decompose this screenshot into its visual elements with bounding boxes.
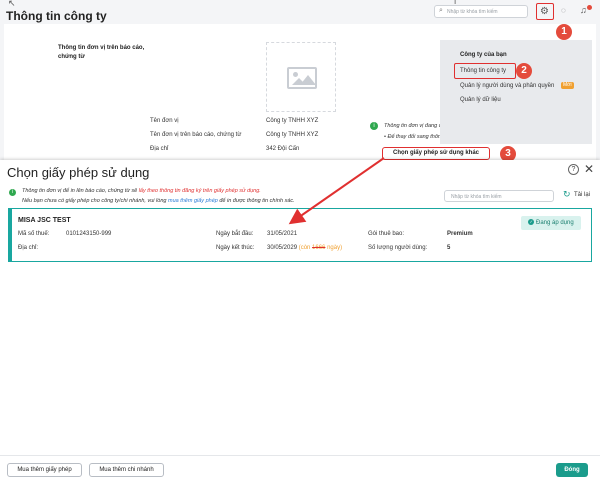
license-name: MISA JSC TEST — [18, 217, 71, 224]
dialog-title: Chọn giấy phép sử dụng — [7, 165, 150, 180]
package-value: Premium — [447, 231, 473, 237]
menu-item-highlight — [454, 63, 516, 79]
header-search-input[interactable]: ⌕ Nhập từ khóa tìm kiếm — [434, 5, 528, 18]
field-value-name: Công ty TNHH XYZ — [266, 118, 319, 124]
dialog-info-line2: Nếu bạn chưa có giấy phép cho công ty/ch… — [22, 198, 295, 204]
callout-1: 1 — [556, 24, 572, 40]
tax-value: 0101243150-999 — [66, 231, 112, 237]
info-icon: i — [370, 122, 378, 130]
field-value-address: 342 Đội Cấn — [266, 146, 300, 152]
notification-dot — [587, 5, 592, 10]
choose-license-dialog: Chọn giấy phép sử dụng ? ✕ i Thông tin đ… — [0, 160, 600, 483]
dialog-info-line1: Thông tin đơn vị để in lên báo cáo, chứn… — [22, 188, 261, 194]
users-value: 5 — [447, 245, 451, 251]
help-icon[interactable]: ? — [568, 164, 579, 175]
chat-icon[interactable]: ◌ — [561, 6, 566, 15]
section-title: Thông tin đơn vị trên báo cáo, chứng từ — [58, 45, 145, 60]
menu-item-data-management[interactable]: Quản lý dữ liệu — [460, 97, 501, 103]
callout-2: 2 — [516, 63, 532, 79]
address-label: Địa chỉ: — [18, 245, 39, 251]
search-icon: ⌕ — [439, 7, 443, 14]
buy-branch-button[interactable]: Mua thêm chi nhánh — [89, 463, 164, 477]
license-search-input[interactable]: Nhập từ khóa tìm kiếm — [444, 190, 554, 202]
info-icon: i — [9, 189, 16, 196]
tax-label: Mã số thuế: — [18, 231, 50, 237]
field-label-name: Tên đơn vị — [150, 118, 179, 124]
cursor-icon: ↖ — [8, 0, 16, 8]
choose-other-license-button[interactable]: Chọn giấy phép sử dụng khác — [382, 147, 490, 160]
buy-license-link[interactable]: mua thêm giấy phép — [168, 198, 218, 204]
field-label-report-name: Tên đơn vị trên báo cáo, chứng từ — [150, 132, 242, 138]
logo-placeholder — [266, 42, 336, 112]
settings-highlight — [536, 3, 554, 20]
start-date-label: Ngày bắt đầu: — [216, 231, 254, 237]
page-title: Thông tin công ty — [6, 9, 107, 23]
footer-divider — [0, 455, 600, 456]
text-cursor-icon: I — [454, 0, 457, 6]
users-label: Số lượng người dùng: — [368, 245, 428, 251]
license-card[interactable]: MISA JSC TEST Mã số thuế: 0101243150-999… — [8, 208, 592, 262]
end-date-label: Ngày kết thúc: — [216, 245, 255, 251]
menu-item-user-management[interactable]: Quản lý người dùng và phân quyền — [460, 83, 554, 89]
field-value-report-name: Công ty TNHH XYZ — [266, 132, 319, 138]
company-info-card: Thông tin đơn vị trên báo cáo, chứng từ … — [4, 24, 596, 160]
close-icon[interactable]: ✕ — [584, 162, 594, 176]
reload-icon[interactable]: ↻ — [563, 189, 571, 200]
buy-license-button[interactable]: Mua thêm giấy phép — [7, 463, 82, 477]
menu-item-your-company[interactable]: Công ty của bạn — [460, 52, 507, 58]
settings-menu: Công ty của bạn Thông tin công ty Quản l… — [440, 40, 592, 144]
close-button[interactable]: Đóng — [556, 463, 588, 477]
package-label: Gói thuê bao: — [368, 231, 405, 237]
bell-icon[interactable]: ♫ — [580, 5, 587, 15]
new-badge: Mới — [561, 82, 574, 89]
end-date-value: 30/05/2029 (còn 1666 ngày) — [267, 245, 343, 251]
image-icon — [287, 67, 317, 89]
start-date-value: 31/05/2021 — [267, 231, 298, 237]
field-label-address: Địa chỉ — [150, 146, 169, 152]
check-icon: ✓ — [528, 219, 535, 226]
status-badge: ✓ Đang áp dụng — [521, 216, 581, 230]
reload-label[interactable]: Tải lại — [574, 192, 590, 198]
